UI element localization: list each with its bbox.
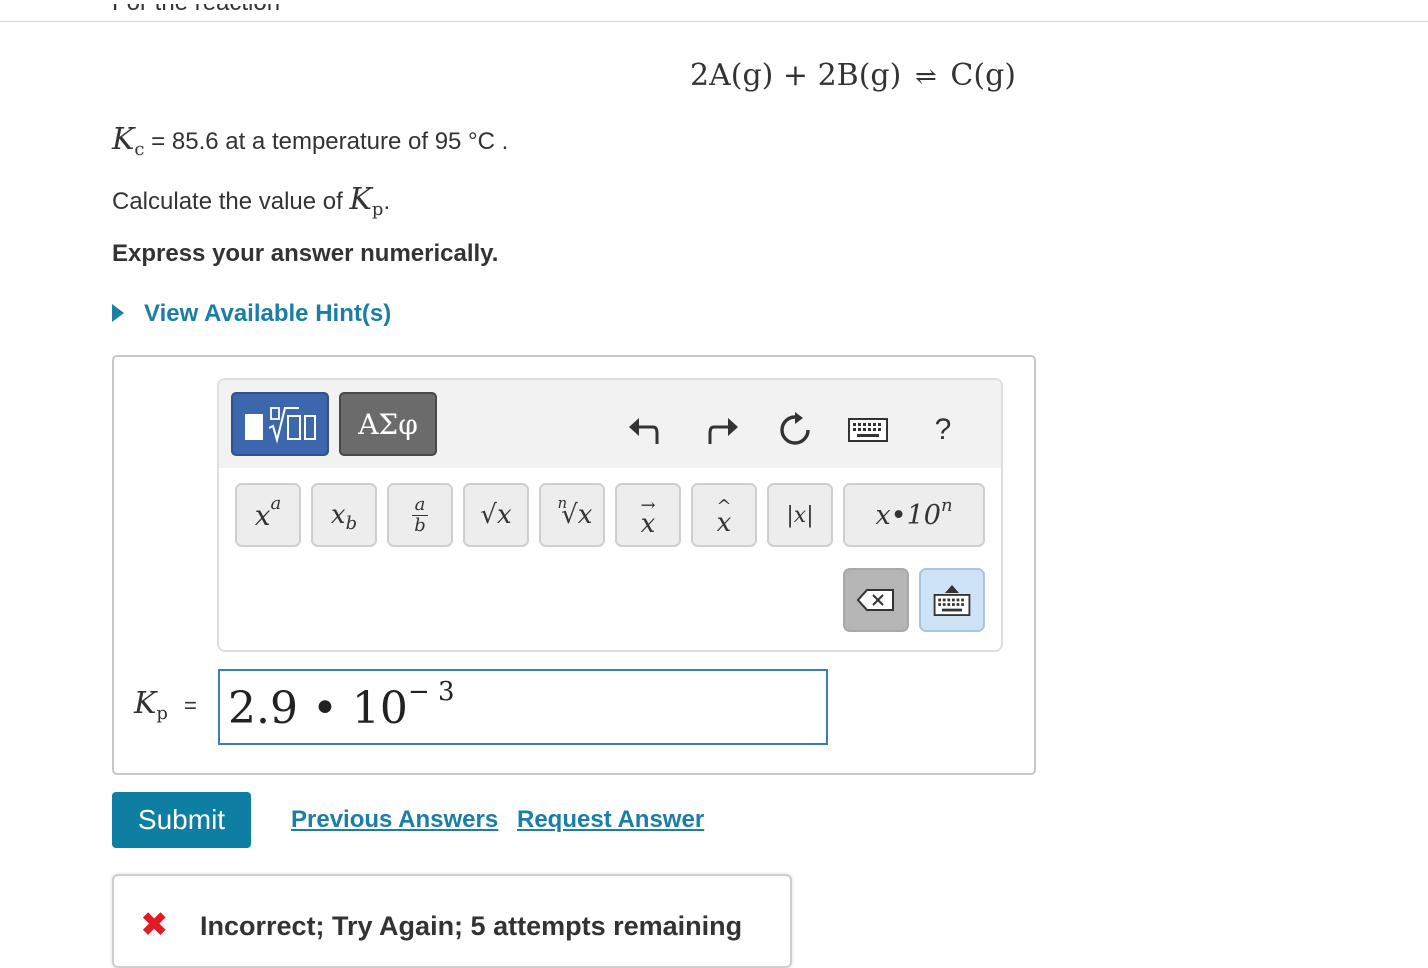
answer-input[interactable]: 2.9 • 10 − 3 bbox=[218, 669, 828, 745]
equilibrium-arrow: ⇌ bbox=[914, 62, 937, 92]
submit-button[interactable]: Submit bbox=[112, 792, 251, 848]
delete-button[interactable] bbox=[843, 568, 909, 632]
vector-key[interactable]: → x bbox=[615, 483, 681, 547]
subscript-key[interactable]: xb bbox=[311, 483, 377, 547]
templates-icon bbox=[245, 407, 316, 444]
view-hints-link[interactable]: View Available Hint(s) bbox=[112, 300, 391, 328]
previous-answers-link[interactable]: Previous Answers bbox=[291, 806, 498, 834]
answer-exponent: − 3 bbox=[408, 677, 455, 707]
power-key[interactable]: xa bbox=[235, 483, 301, 547]
absolute-value-key[interactable]: |x| bbox=[767, 483, 833, 547]
express-instruction: Express your answer numerically. bbox=[112, 240, 499, 267]
reaction-equation: 2A(g) + 2B(g) ⇌ C(g) bbox=[690, 58, 1016, 93]
reset-icon[interactable] bbox=[775, 410, 815, 450]
fraction-key[interactable]: a b bbox=[387, 483, 453, 547]
backspace-icon bbox=[856, 589, 894, 611]
answer-value: 2.9 • 10 bbox=[228, 683, 408, 734]
scientific-notation-key[interactable]: x•10 n bbox=[843, 483, 985, 547]
error-x-icon: ✖ bbox=[140, 906, 169, 944]
square-root-key[interactable]: √x bbox=[463, 483, 529, 547]
equation-reactants: 2A(g) + 2B(g) bbox=[690, 58, 902, 93]
undo-icon[interactable] bbox=[624, 410, 664, 450]
math-toolbar: ΑΣφ ? xa xb a b √x n √x → x ^ x |x| x•10 n bbox=[217, 378, 1003, 652]
caret-right-icon bbox=[112, 303, 124, 322]
toggle-keyboard-button[interactable] bbox=[919, 568, 985, 632]
feedback-panel: ✖ Incorrect; Try Again; 5 attempts remai… bbox=[112, 874, 792, 968]
symbols-tab[interactable]: ΑΣφ bbox=[339, 392, 437, 456]
equation-products: C(g) bbox=[950, 58, 1016, 93]
kp-answer-label: Kp = bbox=[134, 686, 197, 724]
redo-icon[interactable] bbox=[703, 410, 743, 450]
request-answer-link[interactable]: Request Answer bbox=[517, 806, 704, 834]
feedback-message: Incorrect; Try Again; 5 attempts remaini… bbox=[200, 911, 743, 941]
caret-up-icon bbox=[945, 585, 959, 593]
nth-root-key[interactable]: n √x bbox=[539, 483, 605, 547]
keyboard-icon bbox=[933, 594, 971, 616]
kc-statement: Kc = 85.6 at a temperature of 95 °C . bbox=[112, 122, 509, 160]
calculate-instruction: Calculate the value of Kp. bbox=[112, 182, 391, 220]
hat-key[interactable]: ^ x bbox=[691, 483, 757, 547]
help-button[interactable]: ? bbox=[923, 410, 963, 450]
templates-tab[interactable] bbox=[231, 392, 329, 456]
keyboard-icon[interactable] bbox=[847, 410, 889, 450]
reaction-intro-text: For the reaction bbox=[112, 4, 280, 26]
